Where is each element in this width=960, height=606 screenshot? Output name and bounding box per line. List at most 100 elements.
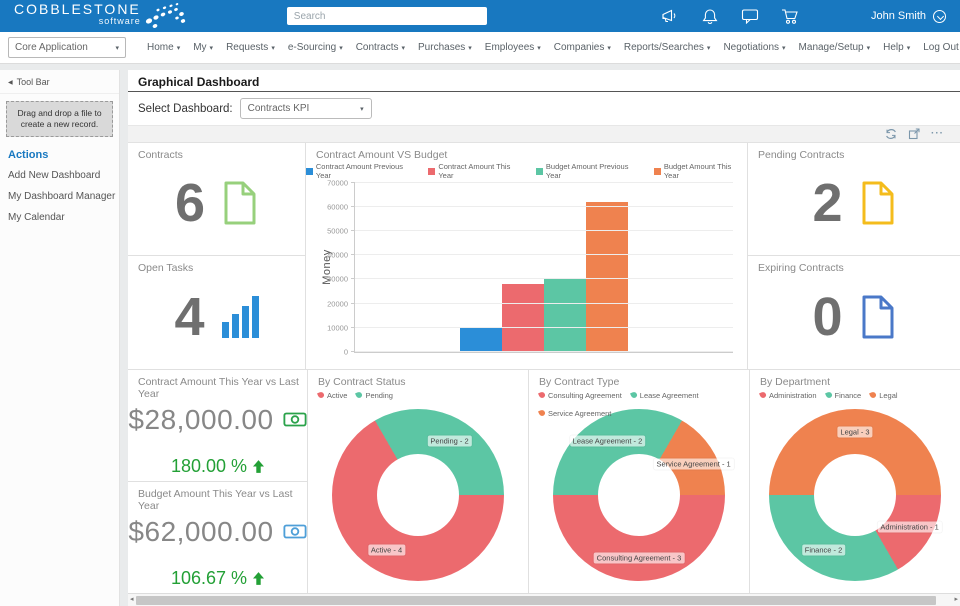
- tick-mark: [351, 351, 355, 352]
- dashboard-select-value: Contracts KPI: [248, 103, 310, 114]
- expand-icon[interactable]: [908, 128, 920, 140]
- donut-chart[interactable]: Consulting Agreement - 3 Lease Agreement …: [553, 409, 725, 581]
- legend-item[interactable]: Service Agreement: [539, 409, 611, 418]
- gridline: [355, 303, 733, 304]
- legend-item[interactable]: Budget Amount This Year: [654, 162, 747, 180]
- y-tick-label: 30000: [327, 275, 348, 284]
- legend-swatch-icon: [654, 168, 661, 175]
- chat-icon[interactable]: [741, 7, 759, 25]
- action-link-add-new-dashboard[interactable]: Add New Dashboard: [0, 165, 119, 186]
- tick-mark: [351, 303, 355, 304]
- nav-item-purchases[interactable]: Purchases▾: [418, 42, 472, 53]
- department-donut-card: By Department AdministrationFinanceLegal…: [750, 370, 960, 593]
- bar-plot[interactable]: Money 0100002000030000400005000060000700…: [354, 183, 733, 352]
- cart-icon[interactable]: [781, 7, 799, 25]
- donut-chart[interactable]: Administration - 1Finance - 2Legal - 3: [769, 409, 941, 581]
- legend-item[interactable]: Administration: [760, 391, 817, 400]
- user-menu[interactable]: John Smith: [871, 10, 946, 23]
- bar-contract-amount-previous-year[interactable]: [460, 328, 502, 352]
- chart-title: By Contract Type: [539, 376, 619, 388]
- nav-item-home[interactable]: Home▾: [147, 42, 180, 53]
- page-title: Graphical Dashboard: [128, 70, 960, 92]
- horizontal-scrollbar[interactable]: ◂ ▸: [128, 593, 960, 606]
- widget-toolbar: ···: [128, 125, 960, 143]
- open-tasks-card: Open Tasks 4: [128, 256, 305, 368]
- y-tick-label: 60000: [327, 203, 348, 212]
- nav-item-help[interactable]: Help▾: [883, 42, 910, 53]
- chevron-down-icon: ▾: [210, 44, 214, 52]
- scroll-right-icon[interactable]: ▸: [954, 595, 958, 605]
- contract-type-donut-card: By Contract Type Consulting Agreement Lea…: [529, 370, 749, 593]
- slice-label: Consulting Agreement - 3: [594, 553, 685, 564]
- action-link-my-calendar[interactable]: My Calendar: [0, 207, 119, 228]
- legend-swatch-icon: [538, 391, 546, 399]
- chevron-down-icon: ▾: [707, 44, 711, 52]
- scrollbar-thumb[interactable]: [136, 596, 937, 605]
- nav-item-contracts[interactable]: Contracts▾: [356, 42, 405, 53]
- nav-item-e-sourcing[interactable]: e-Sourcing▾: [288, 42, 343, 53]
- bell-icon[interactable]: [701, 7, 719, 25]
- legend-item[interactable]: Legal: [870, 391, 897, 400]
- expiring-contracts-card: Expiring Contracts 0: [748, 256, 960, 368]
- nav-item-employees[interactable]: Employees▾: [485, 42, 541, 53]
- legend-swatch-icon: [630, 391, 638, 399]
- arrow-up-icon: [253, 460, 264, 473]
- slice-label: Lease Agreement - 2: [570, 435, 646, 446]
- nav-bar: Core Application ▾ Home▾ My▾ Requests▾ e-So…: [0, 32, 960, 64]
- more-options-icon[interactable]: ···: [931, 129, 944, 139]
- nav-item-manage-setup[interactable]: Manage/Setup▾: [799, 42, 871, 53]
- select-dashboard-label: Select Dashboard:: [138, 103, 233, 115]
- y-tick-label: 40000: [327, 251, 348, 260]
- budget-amount-value: $62,000.00: [128, 516, 273, 548]
- expiring-contracts-count: 0: [812, 290, 842, 344]
- application-select[interactable]: Core Application ▾: [8, 37, 126, 58]
- legend-item[interactable]: Lease Agreement: [631, 391, 699, 400]
- pending-contracts-count: 2: [812, 176, 842, 230]
- chevron-down-icon: ▾: [607, 44, 611, 52]
- y-tick-label: 20000: [327, 299, 348, 308]
- contracts-card: Contracts 6: [128, 143, 305, 255]
- contracts-count: 6: [175, 176, 205, 230]
- bar-budget-amount-previous-year[interactable]: [544, 279, 586, 351]
- cobblestone-logo: COBBLESTONE software: [14, 2, 187, 30]
- dashboard-select[interactable]: Contracts KPI ▾: [240, 98, 372, 119]
- chevron-down-icon: ▾: [271, 44, 275, 52]
- contract-percent-value: 180.00 %: [171, 456, 247, 477]
- donut-chart[interactable]: Active - 4 Pending - 2: [332, 409, 504, 581]
- gridline: [355, 254, 733, 255]
- toolbar-collapse-button[interactable]: ◀ Tool Bar: [0, 70, 119, 94]
- gridline: [355, 351, 733, 352]
- megaphone-icon[interactable]: [661, 7, 679, 25]
- legend-item[interactable]: Budget Amount Previous Year: [536, 162, 644, 180]
- pie-legend: Administration Finance Legal: [760, 391, 898, 400]
- slice-label: Active - 4: [368, 544, 405, 555]
- nav-item-companies[interactable]: Companies▾: [554, 42, 611, 53]
- refresh-icon[interactable]: [885, 128, 897, 140]
- legend-item[interactable]: Contract Amount Previous Year: [306, 162, 418, 180]
- contract-status-donut-card: By Contract Status ActivePending Active …: [308, 370, 528, 593]
- nav-item-my[interactable]: My▾: [193, 42, 213, 53]
- scrollbar-track[interactable]: [136, 596, 953, 605]
- nav-item-log-out[interactable]: Log Out: [923, 42, 959, 53]
- nav-item-negotiations[interactable]: Negotiations▾: [723, 42, 785, 53]
- bar-contract-amount-this-year[interactable]: [502, 284, 544, 351]
- y-tick-label: 50000: [327, 227, 348, 236]
- file-dropzone[interactable]: Drag and drop a file to create a new rec…: [6, 101, 113, 137]
- nav-item-requests[interactable]: Requests▾: [226, 42, 275, 53]
- legend-swatch-icon: [538, 409, 546, 417]
- legend-item[interactable]: Finance: [826, 391, 862, 400]
- legend-item[interactable]: Pending: [356, 391, 393, 400]
- nav-item-reports-searches[interactable]: Reports/Searches▾: [624, 42, 711, 53]
- action-link-my-dashboard-manager[interactable]: My Dashboard Manager: [0, 186, 119, 207]
- bar-chart-icon: [222, 296, 259, 338]
- search-input[interactable]: [287, 7, 487, 25]
- bar-budget-amount-this-year[interactable]: [586, 202, 628, 351]
- application-select-value: Core Application: [15, 42, 88, 53]
- legend-item[interactable]: Consulting Agreement: [539, 391, 622, 400]
- legend-item[interactable]: Active: [318, 391, 347, 400]
- legend-item[interactable]: Contract Amount This Year: [428, 162, 526, 180]
- scroll-left-icon[interactable]: ◂: [130, 595, 134, 605]
- tick-mark: [351, 254, 355, 255]
- slice-label: Pending - 2: [427, 435, 471, 446]
- legend-swatch-icon: [869, 391, 877, 399]
